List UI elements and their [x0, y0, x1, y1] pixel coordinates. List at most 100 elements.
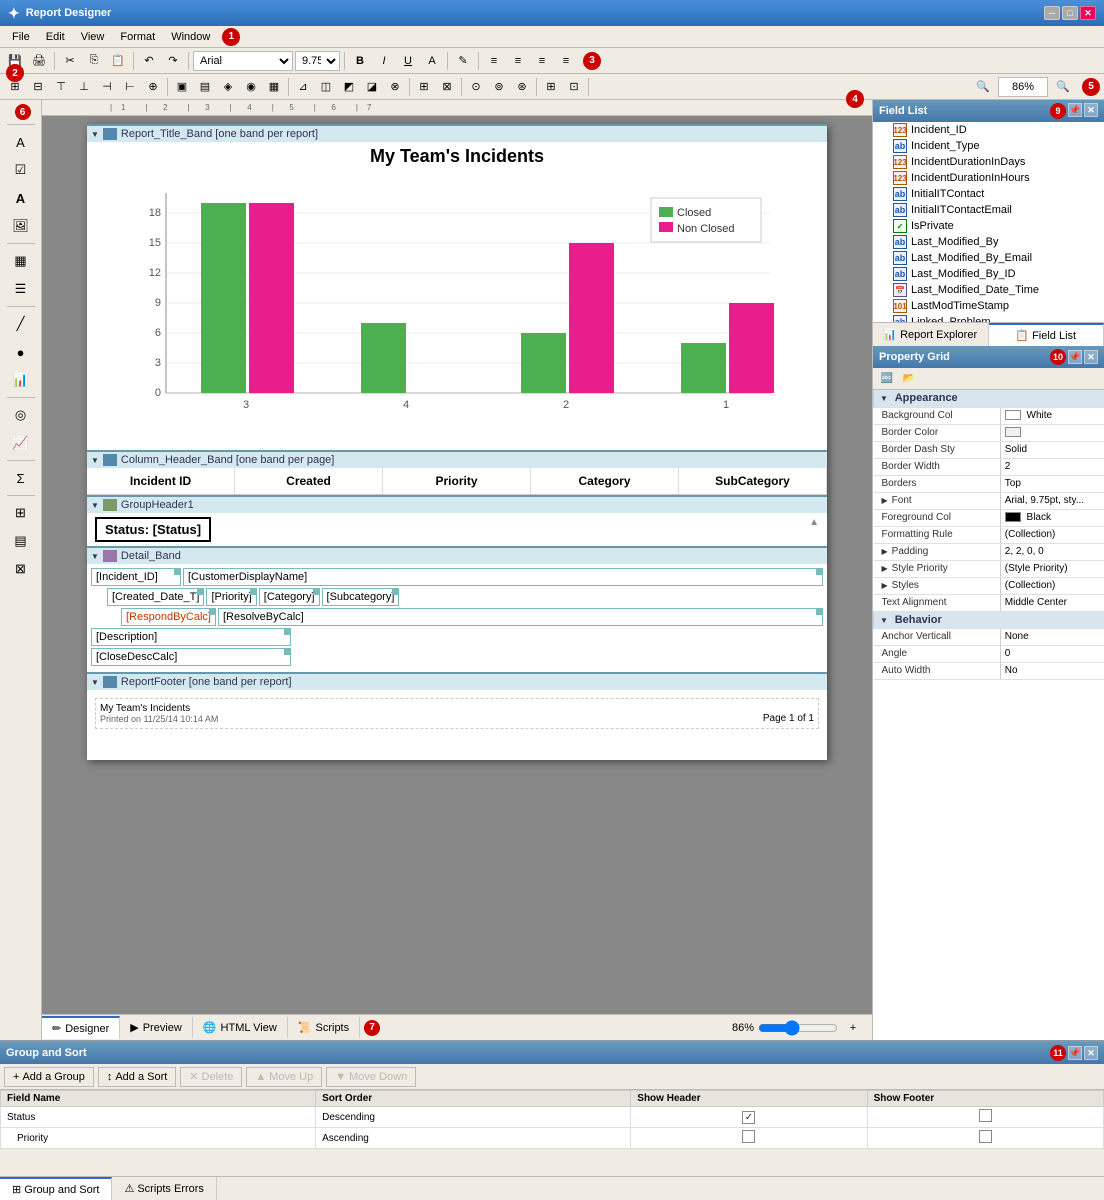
- align-right-button[interactable]: ≡: [531, 50, 553, 72]
- prop-scroll-area[interactable]: ▼ Appearance Background Col White Border…: [873, 390, 1104, 1040]
- paste-button[interactable]: 📋: [107, 50, 129, 72]
- menu-view[interactable]: View: [73, 29, 113, 45]
- report-tool-5[interactable]: ⊣: [96, 76, 118, 98]
- styles-expand[interactable]: ▶: [882, 581, 888, 590]
- bold-button[interactable]: B: [349, 50, 371, 72]
- footer-status-checkbox[interactable]: [979, 1109, 992, 1122]
- field-handle-6[interactable]: [392, 589, 398, 595]
- report-tool-23[interactable]: ⊞: [540, 76, 562, 98]
- font-selector[interactable]: Arial: [193, 51, 293, 71]
- field-handle-7[interactable]: [209, 609, 215, 615]
- column-header-band-header[interactable]: ▼ Column_Header_Band [one band per page]: [87, 450, 827, 468]
- delete-button[interactable]: ✕ Delete: [180, 1067, 242, 1087]
- field-description[interactable]: [Description]: [91, 628, 291, 646]
- field-respond-by[interactable]: [RespondByCalc]: [121, 608, 216, 626]
- prop-value-border-dash[interactable]: Solid: [1000, 441, 1104, 458]
- report-tool-18[interactable]: ⊞: [413, 76, 435, 98]
- gs-header-status[interactable]: [631, 1107, 867, 1128]
- zoom-slider[interactable]: [758, 1020, 838, 1036]
- menu-file[interactable]: File: [4, 29, 38, 45]
- field-item-duration-hours[interactable]: 123 IncidentDurationInHours: [873, 170, 1104, 186]
- tab-scripts-errors[interactable]: ⚠ Scripts Errors: [112, 1177, 217, 1200]
- tab-preview[interactable]: ▶ Preview: [120, 1017, 193, 1038]
- tab-field-list[interactable]: 📋 Field List: [989, 323, 1104, 346]
- status-box[interactable]: Status: [Status]: [95, 517, 211, 542]
- header-status-checkbox[interactable]: [742, 1111, 755, 1124]
- zoom-out-button[interactable]: 🔍: [972, 76, 994, 98]
- gs-header-priority[interactable]: [631, 1128, 867, 1149]
- prop-alphabetical-btn[interactable]: 🔤: [877, 370, 897, 388]
- close-button[interactable]: ✕: [1080, 6, 1096, 20]
- field-handle-10[interactable]: [284, 649, 290, 655]
- field-list-scroll[interactable]: 123 Incident_ID ab Incident_Type 123 Inc…: [873, 122, 1104, 322]
- field-item-is-private[interactable]: ✓ IsPrivate: [873, 218, 1104, 234]
- gs-footer-status[interactable]: [867, 1107, 1103, 1128]
- prop-value-auto-width[interactable]: No: [1000, 662, 1104, 679]
- field-list-pin[interactable]: 📌: [1068, 103, 1082, 117]
- field-handle-1[interactable]: [174, 569, 180, 575]
- report-tool-24[interactable]: ⊡: [563, 76, 585, 98]
- field-close-desc[interactable]: [CloseDescCalc]: [91, 648, 291, 666]
- zoom-plus[interactable]: +: [842, 1017, 864, 1039]
- prop-value-formatting-rule[interactable]: (Collection): [1000, 526, 1104, 543]
- field-item-last-modified-id[interactable]: ab Last_Modified_By_ID: [873, 266, 1104, 282]
- report-tool-15[interactable]: ◩: [338, 76, 360, 98]
- cross-tool[interactable]: ⊞: [6, 500, 36, 526]
- field-handle-3[interactable]: [197, 589, 203, 595]
- field-item-lastmod-timestamp[interactable]: 101 LastModTimeStamp: [873, 298, 1104, 314]
- menu-format[interactable]: Format: [112, 29, 163, 45]
- prop-value-style-priority[interactable]: (Style Priority): [1000, 560, 1104, 577]
- header-priority-checkbox[interactable]: [742, 1130, 755, 1143]
- report-tool-12[interactable]: ▦: [263, 76, 285, 98]
- field-item-duration-days[interactable]: 123 IncidentDurationInDays: [873, 154, 1104, 170]
- prop-grid-pin[interactable]: 📌: [1068, 350, 1082, 364]
- field-incident-id[interactable]: [Incident_ID]: [91, 568, 181, 586]
- prop-value-styles[interactable]: (Collection): [1000, 577, 1104, 594]
- group-header-band-header[interactable]: ▼ GroupHeader1: [87, 495, 827, 513]
- report-tool-11[interactable]: ◉: [240, 76, 262, 98]
- gs-pin[interactable]: 📌: [1068, 1046, 1082, 1060]
- undo-button[interactable]: ↶: [138, 50, 160, 72]
- prop-value-font[interactable]: Arial, 9.75pt, sty...: [1000, 492, 1104, 509]
- minimize-button[interactable]: ─: [1044, 6, 1060, 20]
- chart-tool[interactable]: 📊: [6, 367, 36, 393]
- field-handle-2[interactable]: [816, 569, 822, 575]
- print-button[interactable]: 🖨: [28, 50, 50, 72]
- prop-value-anchor-vert[interactable]: None: [1000, 628, 1104, 645]
- align-left-button[interactable]: ≡: [483, 50, 505, 72]
- report-scroll-area[interactable]: ▼ Report_Title_Band [one band per report…: [42, 116, 872, 1014]
- align-justify-button[interactable]: ≡: [555, 50, 577, 72]
- copy-button[interactable]: ⎘: [83, 50, 105, 72]
- field-priority[interactable]: [Priority]: [206, 588, 256, 606]
- add-group-button[interactable]: + Add a Group: [4, 1067, 94, 1087]
- gs-table-container[interactable]: Field Name Sort Order Show Header Show F…: [0, 1090, 1104, 1176]
- tab-designer[interactable]: ✏ Designer: [42, 1016, 120, 1039]
- menu-edit[interactable]: Edit: [38, 29, 73, 45]
- redo-button[interactable]: ↷: [162, 50, 184, 72]
- field-item-linked-problem[interactable]: ab Linked_Problem: [873, 314, 1104, 322]
- circle-tool[interactable]: ●: [6, 339, 36, 365]
- tab-html-view[interactable]: 🌐 HTML View: [193, 1017, 288, 1038]
- section-appearance-expand[interactable]: ▼: [880, 394, 888, 403]
- tab-scripts[interactable]: 📜 Scripts: [288, 1017, 360, 1038]
- font-expand[interactable]: ▶: [882, 496, 888, 505]
- line-chart-tool[interactable]: 📈: [6, 430, 36, 456]
- report-tool-20[interactable]: ⊙: [465, 76, 487, 98]
- field-item-last-modified-by[interactable]: ab Last_Modified_By: [873, 234, 1104, 250]
- report-tool-3[interactable]: ⊤: [50, 76, 72, 98]
- prop-value-border-width[interactable]: 2: [1000, 458, 1104, 475]
- tab-report-explorer[interactable]: 📊 Report Explorer: [873, 323, 989, 346]
- prop-value-fg-color[interactable]: Black: [1000, 509, 1104, 526]
- prop-value-angle[interactable]: 0: [1000, 645, 1104, 662]
- align-center-button[interactable]: ≡: [507, 50, 529, 72]
- move-down-button[interactable]: ▼ Move Down: [326, 1067, 416, 1087]
- underline-button[interactable]: U: [397, 50, 419, 72]
- font-color-button[interactable]: A: [421, 50, 443, 72]
- zoom-in-button[interactable]: 🔍: [1052, 76, 1074, 98]
- field-customer-display[interactable]: [CustomerDisplayName]: [183, 568, 823, 586]
- move-up-button[interactable]: ▲ Move Up: [246, 1067, 322, 1087]
- field-list-close[interactable]: ✕: [1084, 103, 1098, 117]
- add-sort-button[interactable]: ↕ Add a Sort: [98, 1067, 176, 1087]
- prop-value-padding[interactable]: 2, 2, 0, 0: [1000, 543, 1104, 560]
- report-tool-7[interactable]: ⊕: [142, 76, 164, 98]
